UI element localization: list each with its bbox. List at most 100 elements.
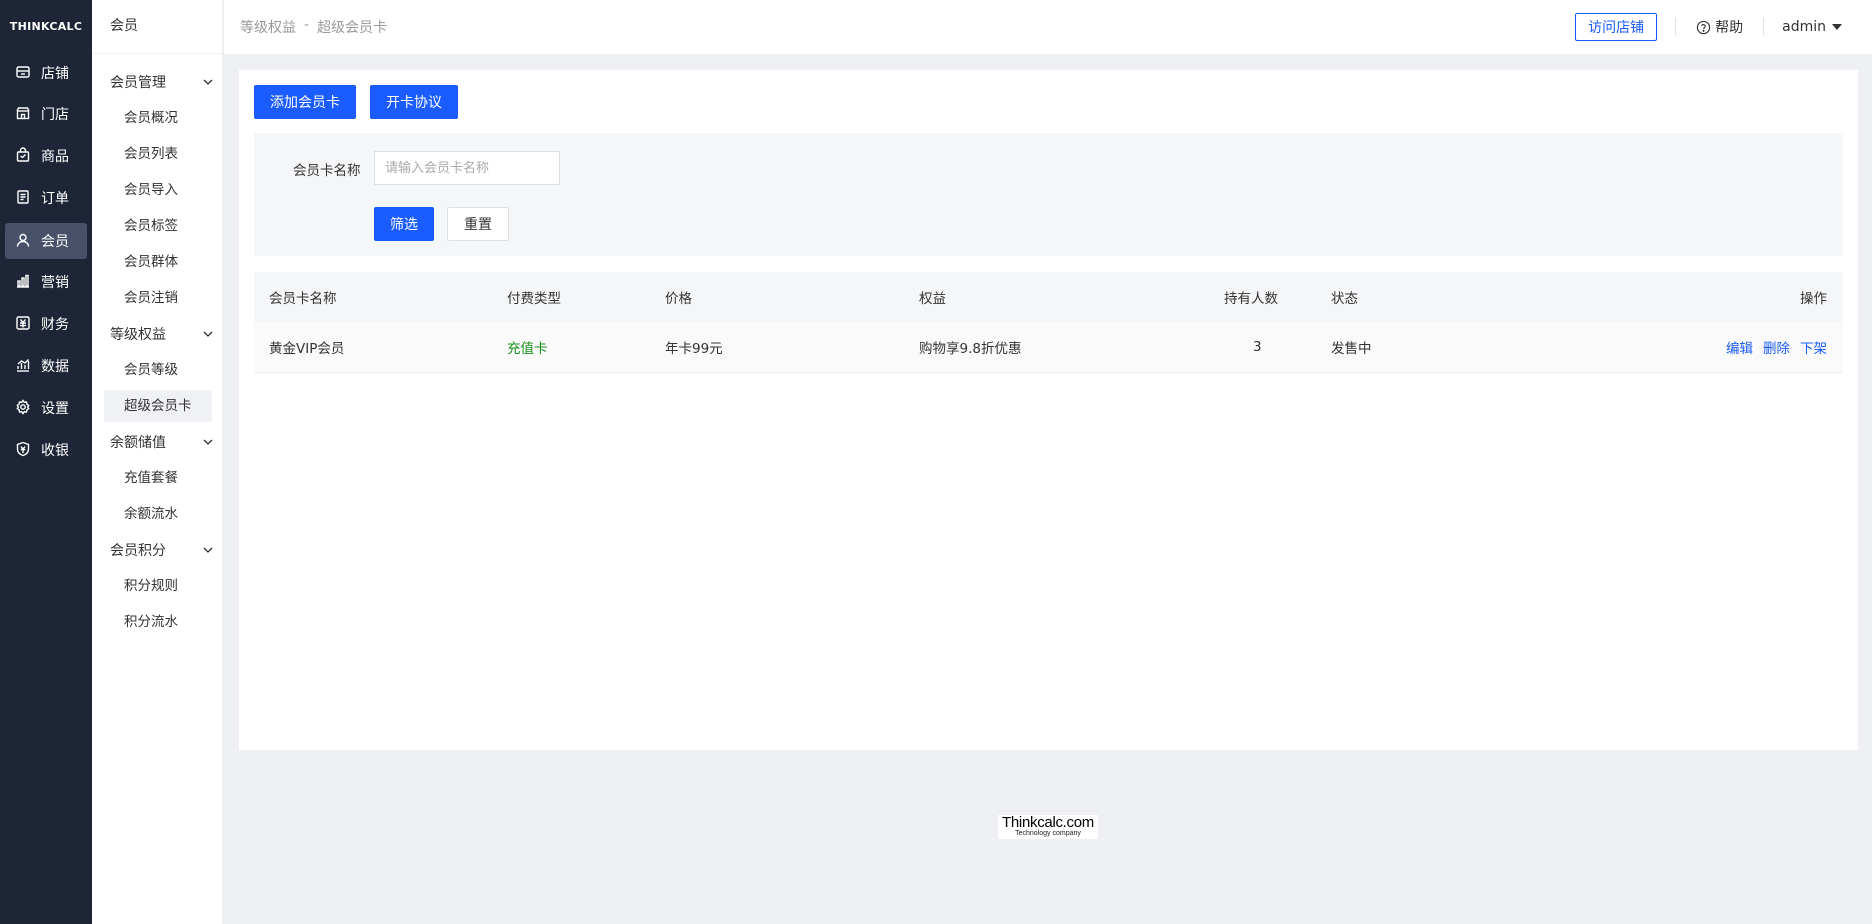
goods-icon [15, 147, 33, 165]
nav-item-member[interactable]: 会员 [5, 223, 87, 259]
nav-label: 财务 [41, 317, 69, 333]
submenu-item-points-rules[interactable]: 积分规则 [104, 570, 212, 602]
help-icon [1696, 20, 1711, 34]
nav-label: 数据 [41, 359, 69, 375]
unlist-link[interactable]: 下架 [1800, 337, 1827, 357]
nav-item-store[interactable]: 门店 [5, 96, 87, 132]
menu-group-label: 余额储值 [110, 435, 166, 451]
cell-actions: 编辑 删除 下架 [1716, 322, 1827, 372]
gear-icon [15, 399, 33, 417]
breadcrumb: 等级权益 - 超级会员卡 [240, 17, 387, 37]
card-table: 会员卡名称 付费类型 价格 权益 持有人数 状态 操作 黄金VIP会员 充值卡 … [254, 272, 1843, 373]
menu-group-label: 会员积分 [110, 543, 166, 559]
bar-chart-icon [15, 273, 33, 291]
menu-group-label: 会员管理 [110, 75, 166, 91]
menu-group-label: 等级权益 [110, 327, 166, 343]
nav-item-settings[interactable]: 设置 [5, 390, 87, 426]
breadcrumb-separator: - [304, 17, 310, 33]
nav-item-finance[interactable]: 财务 [5, 306, 87, 342]
nav-label: 门店 [41, 107, 69, 123]
submenu-item-member-overview[interactable]: 会员概况 [104, 102, 212, 134]
menu-group-level-benefits[interactable]: 等级权益 [110, 322, 214, 346]
submenu-item-points-flow[interactable]: 积分流水 [104, 606, 212, 638]
submenu-item-recharge-packages[interactable]: 充值套餐 [104, 462, 212, 494]
submenu-item-super-card[interactable]: 超级会员卡 [104, 390, 212, 422]
breadcrumb-item[interactable]: 等级权益 [240, 17, 296, 37]
help-link[interactable]: 帮助 [1696, 17, 1743, 37]
nav-item-goods[interactable]: 商品 [5, 138, 87, 174]
filter-panel: 会员卡名称 筛选 重置 [254, 133, 1843, 256]
table-row: 黄金VIP会员 充值卡 年卡99元 购物享9.8折优惠 3 发售中 编辑 删除 … [254, 322, 1843, 373]
help-label: 帮助 [1715, 20, 1744, 36]
breadcrumb-item: 超级会员卡 [317, 20, 388, 36]
caret-down-icon [1832, 24, 1842, 30]
nav-label: 订单 [41, 191, 69, 207]
chevron-down-icon [203, 79, 213, 85]
cell-price: 年卡99元 [665, 341, 723, 357]
store-icon [15, 105, 33, 123]
brand-logo: THINKCALC [9, 20, 83, 33]
filter-button[interactable]: 筛选 [374, 207, 434, 241]
data-icon [15, 357, 33, 375]
column-header-actions: 操作 [1800, 291, 1827, 307]
cell-pay-type: 充值卡 [507, 341, 548, 357]
nav-item-order[interactable]: 订单 [5, 180, 87, 216]
menu-group-points[interactable]: 会员积分 [110, 538, 214, 562]
column-header-status: 状态 [1331, 291, 1358, 307]
nav-label: 店铺 [41, 66, 69, 82]
chevron-down-icon [203, 331, 213, 337]
submenu-item-balance-flow[interactable]: 余额流水 [104, 498, 212, 530]
nav-item-cashier[interactable]: 收银 [5, 432, 87, 468]
footer-logo-main: Thinkcalc.com [1002, 814, 1094, 831]
column-header-price: 价格 [665, 291, 692, 307]
submenu-title: 会员 [92, 0, 222, 54]
cell-holders: 3 [1253, 339, 1262, 355]
submenu-item-member-groups[interactable]: 会员群体 [104, 246, 212, 278]
nav-item-shop[interactable]: 店铺 [5, 55, 87, 91]
card-agreement-button[interactable]: 开卡协议 [370, 85, 458, 119]
content-card: 添加会员卡 开卡协议 会员卡名称 筛选 重置 会员卡名称 付费类型 价格 权益 … [239, 70, 1858, 750]
divider [1675, 18, 1677, 36]
user-menu[interactable]: admin [1782, 19, 1842, 35]
card-name-label: 会员卡名称 [293, 163, 361, 179]
edit-link[interactable]: 编辑 [1726, 337, 1753, 357]
table-header: 会员卡名称 付费类型 价格 权益 持有人数 状态 操作 [254, 272, 1843, 322]
submenu-item-member-tags[interactable]: 会员标签 [104, 210, 212, 242]
column-header-holders: 持有人数 [1224, 291, 1278, 307]
menu-group-member-management[interactable]: 会员管理 [110, 70, 214, 94]
cell-status: 发售中 [1331, 341, 1372, 357]
column-header-name: 会员卡名称 [269, 291, 337, 307]
nav-label: 营销 [41, 275, 69, 291]
submenu-item-member-levels[interactable]: 会员等级 [104, 354, 212, 386]
divider [1763, 18, 1765, 36]
nav-label: 设置 [41, 401, 69, 417]
delete-link[interactable]: 删除 [1763, 337, 1790, 357]
finance-icon [15, 315, 33, 333]
nav-item-data[interactable]: 数据 [5, 348, 87, 384]
visit-store-button[interactable]: 访问店铺 [1575, 13, 1658, 41]
menu-group-balance[interactable]: 余额储值 [110, 430, 214, 454]
submenu-item-member-import[interactable]: 会员导入 [104, 174, 212, 206]
order-icon [15, 189, 33, 207]
nav-label: 会员 [41, 234, 69, 250]
card-name-input[interactable] [374, 151, 560, 185]
footer-logo: Thinkcalc.com Technology company [998, 815, 1098, 839]
nav-item-marketing[interactable]: 营销 [5, 264, 87, 300]
nav-label: 商品 [41, 149, 69, 165]
cashier-icon [15, 441, 33, 459]
chevron-down-icon [203, 439, 213, 445]
chevron-down-icon [203, 547, 213, 553]
shop-icon [15, 64, 33, 82]
reset-button[interactable]: 重置 [447, 207, 509, 241]
username: admin [1782, 19, 1826, 35]
submenu-item-member-list[interactable]: 会员列表 [104, 138, 212, 170]
add-card-button[interactable]: 添加会员卡 [254, 85, 356, 119]
main-sidebar: THINKCALC 店铺 门店 商品 订单 会员 营销 财务 数据 设置 收银 [0, 0, 92, 924]
column-header-pay-type: 付费类型 [507, 291, 561, 307]
nav-label: 收银 [41, 443, 69, 459]
cell-benefit: 购物享9.8折优惠 [919, 341, 1022, 357]
submenu-item-member-cancel[interactable]: 会员注销 [104, 282, 212, 314]
column-header-benefit: 权益 [919, 291, 946, 307]
cell-card-name: 黄金VIP会员 [269, 341, 345, 357]
footer-logo-sub: Technology company [1015, 830, 1081, 837]
